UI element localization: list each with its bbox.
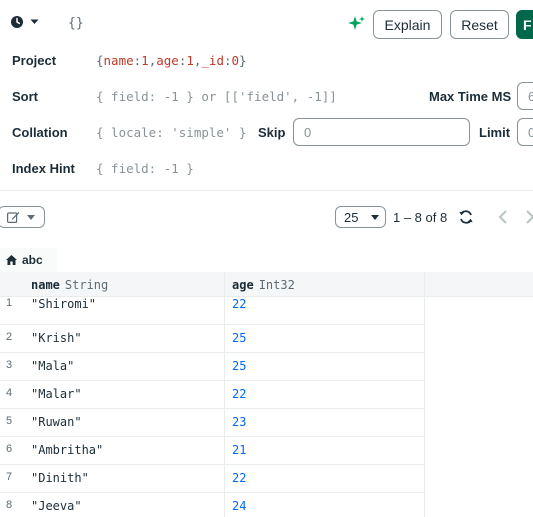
project-token: { <box>96 53 104 68</box>
column-type: String <box>64 277 109 292</box>
table-row[interactable]: 1 "Shiromi" 22 <box>0 297 425 325</box>
column-type: Int32 <box>258 277 295 292</box>
view-mode-button[interactable] <box>0 206 45 228</box>
sort-label: Sort <box>12 89 38 104</box>
page-size-select[interactable]: 25 <box>335 206 386 228</box>
caret-down-icon <box>371 214 379 220</box>
cell-name[interactable]: "Krish" <box>24 325 225 352</box>
query-bar: {} Explain Reset F <box>0 0 533 48</box>
cell-age[interactable]: 22 <box>225 297 425 324</box>
collation-label: Collation <box>12 125 68 140</box>
cell-age[interactable]: 25 <box>225 325 425 352</box>
cell-age[interactable]: 25 <box>225 353 425 380</box>
collation-input[interactable]: { locale: 'simple' } <box>96 125 247 140</box>
caret-down-icon <box>30 19 39 24</box>
table-header: name String age Int32 <box>0 272 533 297</box>
cell-age[interactable]: 21 <box>225 437 425 464</box>
cell-name[interactable]: "Ruwan" <box>24 409 225 436</box>
project-token: } <box>239 53 247 68</box>
row-index: 3 <box>6 359 13 371</box>
row-index: 4 <box>6 387 13 399</box>
row-index: 2 <box>6 331 13 343</box>
cell-name[interactable]: "Dinith" <box>24 465 225 492</box>
max-time-input[interactable]: 6 <box>517 82 533 110</box>
collection-tab[interactable]: abc <box>0 248 57 272</box>
filter-input[interactable]: {} <box>68 16 84 31</box>
project-token: _id <box>201 53 224 68</box>
options-divider <box>0 190 533 191</box>
project-token: 0 <box>231 53 240 68</box>
chevron-left-icon[interactable] <box>497 209 509 225</box>
sort-input[interactable]: { field: -1 } or [['field', -1]] <box>96 89 337 104</box>
row-index: 7 <box>6 471 13 483</box>
cell-name[interactable]: "Mala" <box>24 353 225 380</box>
cell-age[interactable]: 24 <box>225 493 425 517</box>
cell-name[interactable]: "Jeeva" <box>24 493 225 517</box>
limit-label: Limit <box>479 125 511 140</box>
index-hint-label: Index Hint <box>12 161 75 176</box>
explain-button[interactable]: Explain <box>373 10 442 39</box>
column-header-age[interactable]: age Int32 <box>225 272 425 297</box>
row-index: 5 <box>6 415 13 427</box>
cell-age[interactable]: 23 <box>225 409 425 436</box>
cell-name[interactable]: "Shiromi" <box>24 297 225 324</box>
page-size-value: 25 <box>344 209 359 225</box>
column-name: age <box>232 277 254 292</box>
table-row[interactable]: 5 "Ruwan" 23 <box>0 409 425 437</box>
home-icon <box>6 255 17 265</box>
project-token: name <box>103 53 134 68</box>
cell-name[interactable]: "Ambritha" <box>24 437 225 464</box>
edit-icon <box>6 212 19 223</box>
column-header-name[interactable]: name String <box>24 272 225 297</box>
reset-button[interactable]: Reset <box>450 10 509 39</box>
project-token: 1 <box>186 53 194 68</box>
cell-name[interactable]: "Malar" <box>24 381 225 408</box>
ai-sparkle-icon[interactable] <box>348 15 366 33</box>
project-input[interactable]: {name:1,age:1,_id:0} <box>96 53 247 68</box>
table-row[interactable]: 7 "Dinith" 22 <box>0 465 425 493</box>
collection-tab-label: abc <box>22 253 43 267</box>
project-token: age <box>156 53 179 68</box>
clock-icon <box>11 16 23 28</box>
find-button[interactable]: F <box>516 10 533 39</box>
row-index: 1 <box>6 297 13 309</box>
project-token: : <box>223 53 232 68</box>
refresh-icon[interactable] <box>458 209 474 225</box>
limit-input[interactable]: 0 <box>517 118 533 146</box>
caret-down-icon <box>26 214 35 220</box>
chevron-right-icon[interactable] <box>524 209 533 225</box>
table-row[interactable]: 2 "Krish" 25 <box>0 325 425 353</box>
column-name: name <box>31 277 60 292</box>
cell-age[interactable]: 22 <box>225 465 425 492</box>
project-label: Project <box>12 53 57 68</box>
row-index: 8 <box>6 499 13 511</box>
cell-age[interactable]: 22 <box>225 381 425 408</box>
max-time-label: Max Time MS <box>429 89 512 104</box>
table-row[interactable]: 8 "Jeeva" 24 <box>0 493 425 517</box>
row-index: 6 <box>6 443 13 455</box>
table-row[interactable]: 6 "Ambritha" 21 <box>0 437 425 465</box>
table-row[interactable]: 3 "Mala" 25 <box>0 353 425 381</box>
skip-input[interactable]: 0 <box>293 118 470 146</box>
query-history-button[interactable] <box>10 15 39 29</box>
pagination-range: 1 – 8 of 8 <box>393 210 448 225</box>
project-token: 1 <box>141 53 149 68</box>
table-row[interactable]: 4 "Malar" 22 <box>0 381 425 409</box>
index-hint-input[interactable]: { field: -1 } <box>96 161 194 176</box>
skip-label: Skip <box>258 125 286 140</box>
